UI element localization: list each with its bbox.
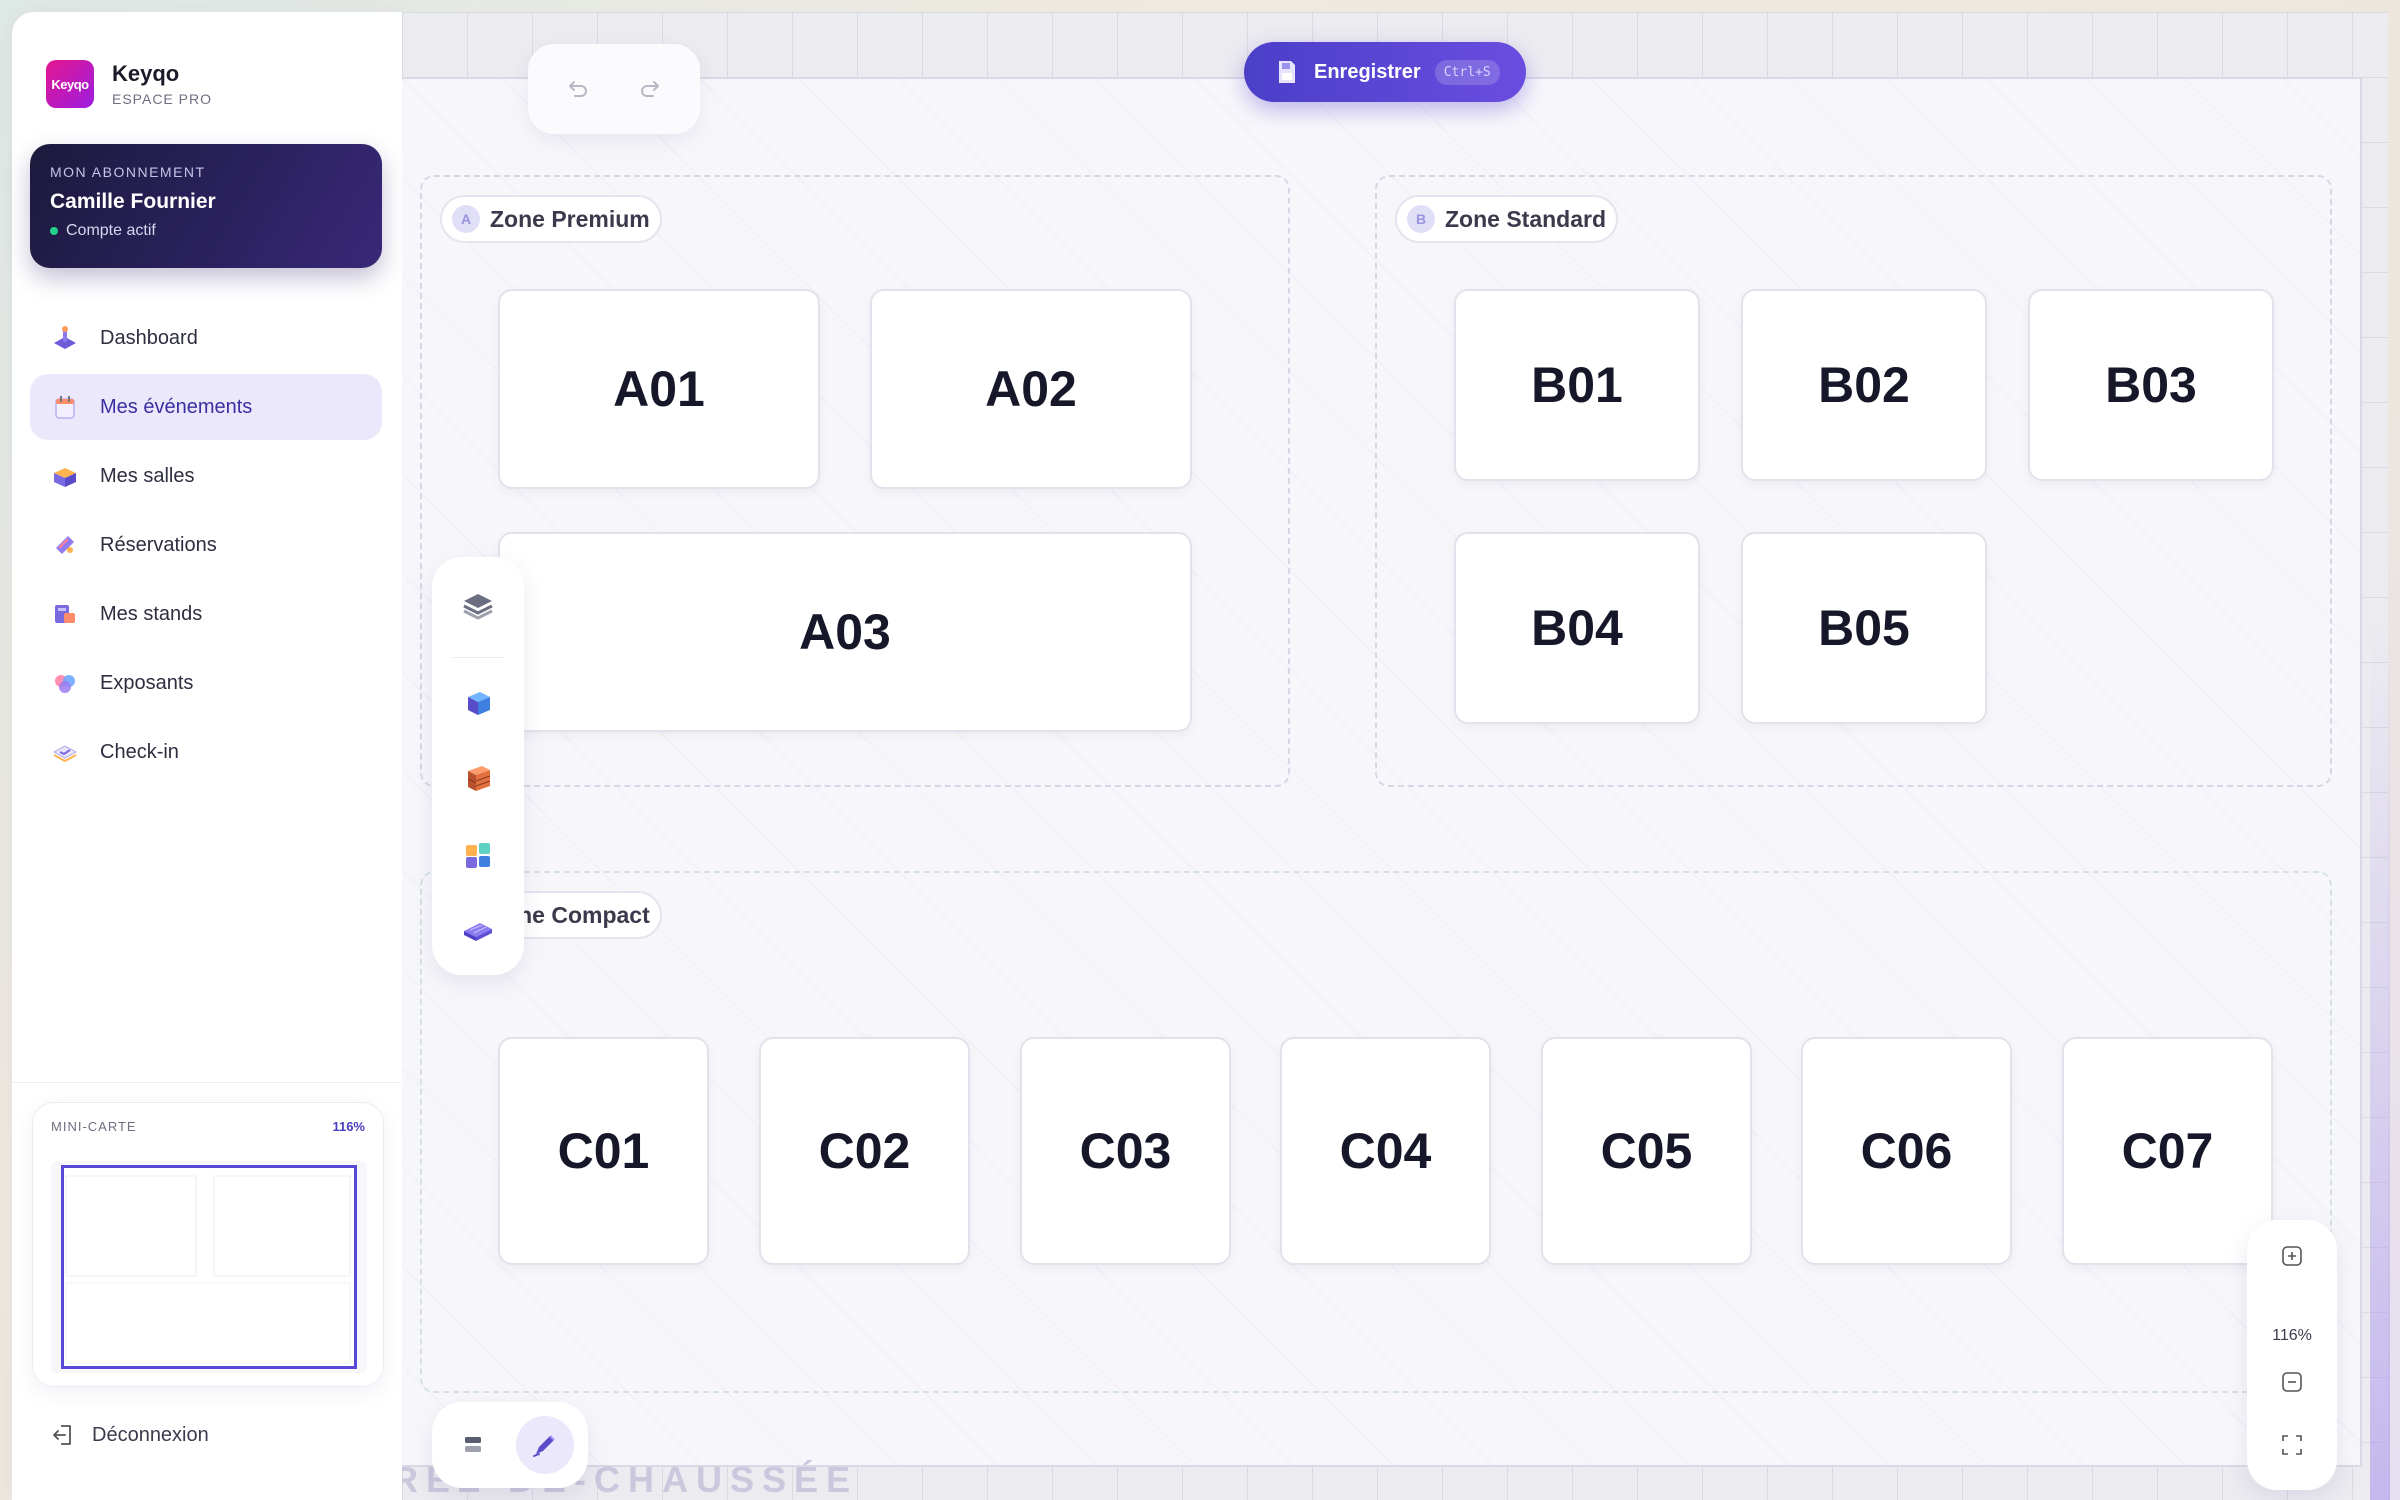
calendar-icon bbox=[50, 392, 80, 422]
subscription-user-name: Camille Fournier bbox=[50, 190, 216, 213]
shapes-icon[interactable] bbox=[458, 835, 498, 875]
zone-name: Zone Standard bbox=[1445, 205, 1607, 232]
minimap-header: MINI-CARTE 116% bbox=[33, 1103, 383, 1134]
sidebar-item-label: Exposants bbox=[100, 671, 194, 694]
minimap-preview[interactable] bbox=[51, 1161, 367, 1373]
undo-icon[interactable] bbox=[565, 76, 591, 102]
stand-c05[interactable]: C05 bbox=[1541, 1037, 1752, 1265]
stand-a02[interactable]: A02 bbox=[870, 289, 1192, 489]
edge-glow bbox=[2370, 620, 2390, 1500]
history-toolbar bbox=[528, 44, 700, 134]
zoom-control: 116% bbox=[2247, 1220, 2337, 1490]
edit-pen-icon[interactable] bbox=[516, 1416, 574, 1474]
sidebar-item-stands[interactable]: Mes stands bbox=[30, 581, 382, 647]
sidebar-item-label: Dashboard bbox=[100, 326, 198, 349]
zoom-level: 116% bbox=[2272, 1327, 2312, 1344]
minimap-card[interactable]: MINI-CARTE 116% bbox=[32, 1102, 384, 1387]
sidebar-item-label: Réservations bbox=[100, 533, 217, 556]
sidebar-item-label: Mes événements bbox=[100, 395, 253, 418]
logout-icon bbox=[53, 1425, 71, 1445]
sidebar-item-events[interactable]: Mes événements bbox=[30, 374, 382, 440]
minimap-label: MINI-CARTE bbox=[51, 1119, 137, 1134]
brand[interactable]: Keyqo Keyqo ESPACE PRO bbox=[46, 60, 212, 108]
sidebar-item-label: Mes salles bbox=[100, 464, 195, 487]
brand-subtitle: ESPACE PRO bbox=[112, 91, 212, 107]
stand-b04[interactable]: B04 bbox=[1454, 532, 1700, 724]
stand-c01[interactable]: C01 bbox=[498, 1037, 709, 1265]
stand-a03[interactable]: A03 bbox=[498, 532, 1192, 732]
palette-divider bbox=[452, 657, 504, 658]
sidebar-item-dashboard[interactable]: Dashboard bbox=[30, 305, 382, 371]
dashboard-icon bbox=[50, 323, 80, 353]
sidebar-item-label: Mes stands bbox=[100, 602, 203, 625]
stand-a01[interactable]: A01 bbox=[498, 289, 820, 489]
redo-icon[interactable] bbox=[637, 76, 663, 102]
stand-b02[interactable]: B02 bbox=[1741, 289, 1987, 481]
subscription-status-text: Compte actif bbox=[66, 222, 156, 239]
zoom-in-icon[interactable] bbox=[2278, 1242, 2306, 1270]
zone-compact[interactable]: C Zone Compact C01 C02 C03 C04 C05 C06 C… bbox=[420, 871, 2332, 1393]
stand-c06[interactable]: C06 bbox=[1801, 1037, 2012, 1265]
zone-premium[interactable]: A Zone Premium A01 A02 A03 bbox=[420, 175, 1290, 787]
sidebar-item-exhibitors[interactable]: Exposants bbox=[30, 650, 382, 716]
save-icon bbox=[1279, 61, 1295, 83]
ticket-icon bbox=[50, 530, 80, 560]
status-dot-icon bbox=[50, 227, 58, 235]
minimap-zoom: 116% bbox=[332, 1119, 365, 1134]
save-label: Enregistrer bbox=[1314, 60, 1421, 83]
exhibitors-icon bbox=[50, 668, 80, 698]
checkin-icon bbox=[50, 737, 80, 767]
zone-tag[interactable]: B Zone Standard bbox=[1395, 195, 1619, 243]
sidebar-nav: Dashboard Mes événements Mes salles Rése… bbox=[30, 305, 382, 788]
save-shortcut: Ctrl+S bbox=[1434, 59, 1500, 85]
sidebar-item-checkin[interactable]: Check-in bbox=[30, 719, 382, 785]
levels-icon[interactable] bbox=[444, 1416, 502, 1474]
subscription-label: MON ABONNEMENT bbox=[50, 164, 206, 180]
floor-plan[interactable]: A Zone Premium A01 A02 A03 B Zone Standa… bbox=[402, 77, 2362, 1500]
stand-b01[interactable]: B01 bbox=[1454, 289, 1700, 481]
tool-palette bbox=[432, 557, 524, 975]
brand-name: Keyqo bbox=[112, 61, 180, 86]
stand-b05[interactable]: B05 bbox=[1741, 532, 1987, 724]
wall-icon[interactable] bbox=[458, 759, 498, 799]
sidebar-item-rooms[interactable]: Mes salles bbox=[30, 443, 382, 509]
zone-standard[interactable]: B Zone Standard B01 B02 B03 B04 B05 bbox=[1375, 175, 2332, 787]
stand-icon bbox=[50, 599, 80, 629]
stand-c03[interactable]: C03 bbox=[1020, 1037, 1231, 1265]
mode-toolbar bbox=[432, 1402, 588, 1488]
zoom-out-icon[interactable] bbox=[2278, 1368, 2306, 1396]
zone-tag[interactable]: A Zone Premium bbox=[440, 195, 662, 243]
stand-c02[interactable]: C02 bbox=[759, 1037, 970, 1265]
stand-c07[interactable]: C07 bbox=[2062, 1037, 2273, 1265]
zone-name: Zone Premium bbox=[490, 205, 650, 232]
sidebar: Keyqo Keyqo ESPACE PRO MON ABONNEMENT Ca… bbox=[12, 12, 402, 1500]
layers-icon[interactable] bbox=[458, 585, 498, 625]
floor-plan-canvas[interactable]: A Zone Premium A01 A02 A03 B Zone Standa… bbox=[402, 12, 2388, 1500]
logout-label: Déconnexion bbox=[92, 1423, 209, 1446]
sidebar-item-reservations[interactable]: Réservations bbox=[30, 512, 382, 578]
save-button[interactable]: Enregistrer Ctrl+S bbox=[1244, 42, 1526, 102]
stand-b03[interactable]: B03 bbox=[2028, 289, 2274, 481]
subscription-card[interactable]: MON ABONNEMENT Camille Fournier Compte a… bbox=[30, 144, 382, 268]
sidebar-divider bbox=[12, 1082, 402, 1083]
floor-tile-icon[interactable] bbox=[458, 911, 498, 951]
fit-screen-icon[interactable] bbox=[2278, 1431, 2306, 1459]
zone-badge: A bbox=[452, 205, 480, 233]
room-icon bbox=[50, 461, 80, 491]
zone-badge: B bbox=[1407, 205, 1435, 233]
stand-block-icon[interactable] bbox=[458, 683, 498, 723]
sidebar-item-label: Check-in bbox=[100, 740, 179, 763]
stand-c04[interactable]: C04 bbox=[1280, 1037, 1491, 1265]
logout-button[interactable]: Déconnexion bbox=[50, 1422, 209, 1448]
brand-logo: Keyqo bbox=[46, 60, 94, 108]
subscription-status: Compte actif bbox=[50, 222, 362, 240]
minimap-viewport[interactable] bbox=[61, 1165, 357, 1369]
